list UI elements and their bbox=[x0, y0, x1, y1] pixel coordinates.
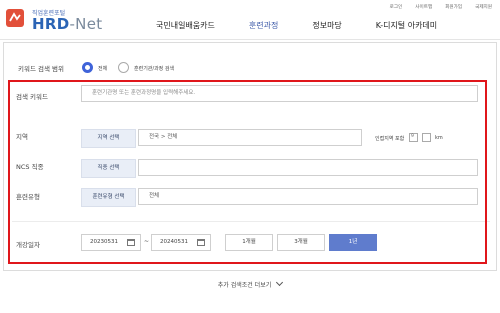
logo-text: HRD-Net bbox=[32, 15, 103, 33]
more-search-conditions-toggle[interactable]: 추가 검색조건 더보기 bbox=[0, 278, 500, 289]
radio-institution-course-label: 훈련기관/과정 검색 bbox=[134, 66, 175, 72]
site-header: 직업훈련포털 HRD-Net 로그인 사이트맵 회원가입 국제지원 국민내일배움… bbox=[0, 0, 500, 40]
nav-item-info[interactable]: 정보마당 bbox=[312, 20, 341, 31]
util-sitemap-link[interactable]: 사이트맵 bbox=[415, 4, 432, 10]
main-nav: 국민내일배움카드 훈련과정 정보마당 K-디지털 아카데미 bbox=[156, 20, 471, 31]
radio-all-label: 전체 bbox=[98, 66, 108, 72]
utility-menu: 로그인 사이트맵 회원가입 국제지원 bbox=[390, 4, 492, 10]
util-signup-link[interactable]: 회원가입 bbox=[445, 4, 462, 10]
more-search-conditions-label: 추가 검색조건 더보기 bbox=[217, 282, 272, 289]
logo-emblem-icon bbox=[6, 9, 24, 27]
radio-institution-course[interactable] bbox=[118, 62, 129, 73]
radio-all[interactable] bbox=[82, 62, 93, 73]
nav-item-courses[interactable]: 훈련과정 bbox=[249, 20, 278, 31]
chevron-down-icon bbox=[276, 278, 284, 287]
hrd-net-logo[interactable]: 직업훈련포털 HRD-Net bbox=[5, 6, 115, 36]
nav-item-card[interactable]: 국민내일배움카드 bbox=[156, 20, 215, 31]
keyword-range-label: 키워드 검색 범위 bbox=[18, 65, 64, 73]
highlight-frame bbox=[8, 80, 487, 264]
util-login-link[interactable]: 로그인 bbox=[390, 4, 403, 10]
nav-item-kdigital[interactable]: K-디지털 아카데미 bbox=[376, 20, 437, 31]
util-intl-link[interactable]: 국제지원 bbox=[475, 4, 492, 10]
